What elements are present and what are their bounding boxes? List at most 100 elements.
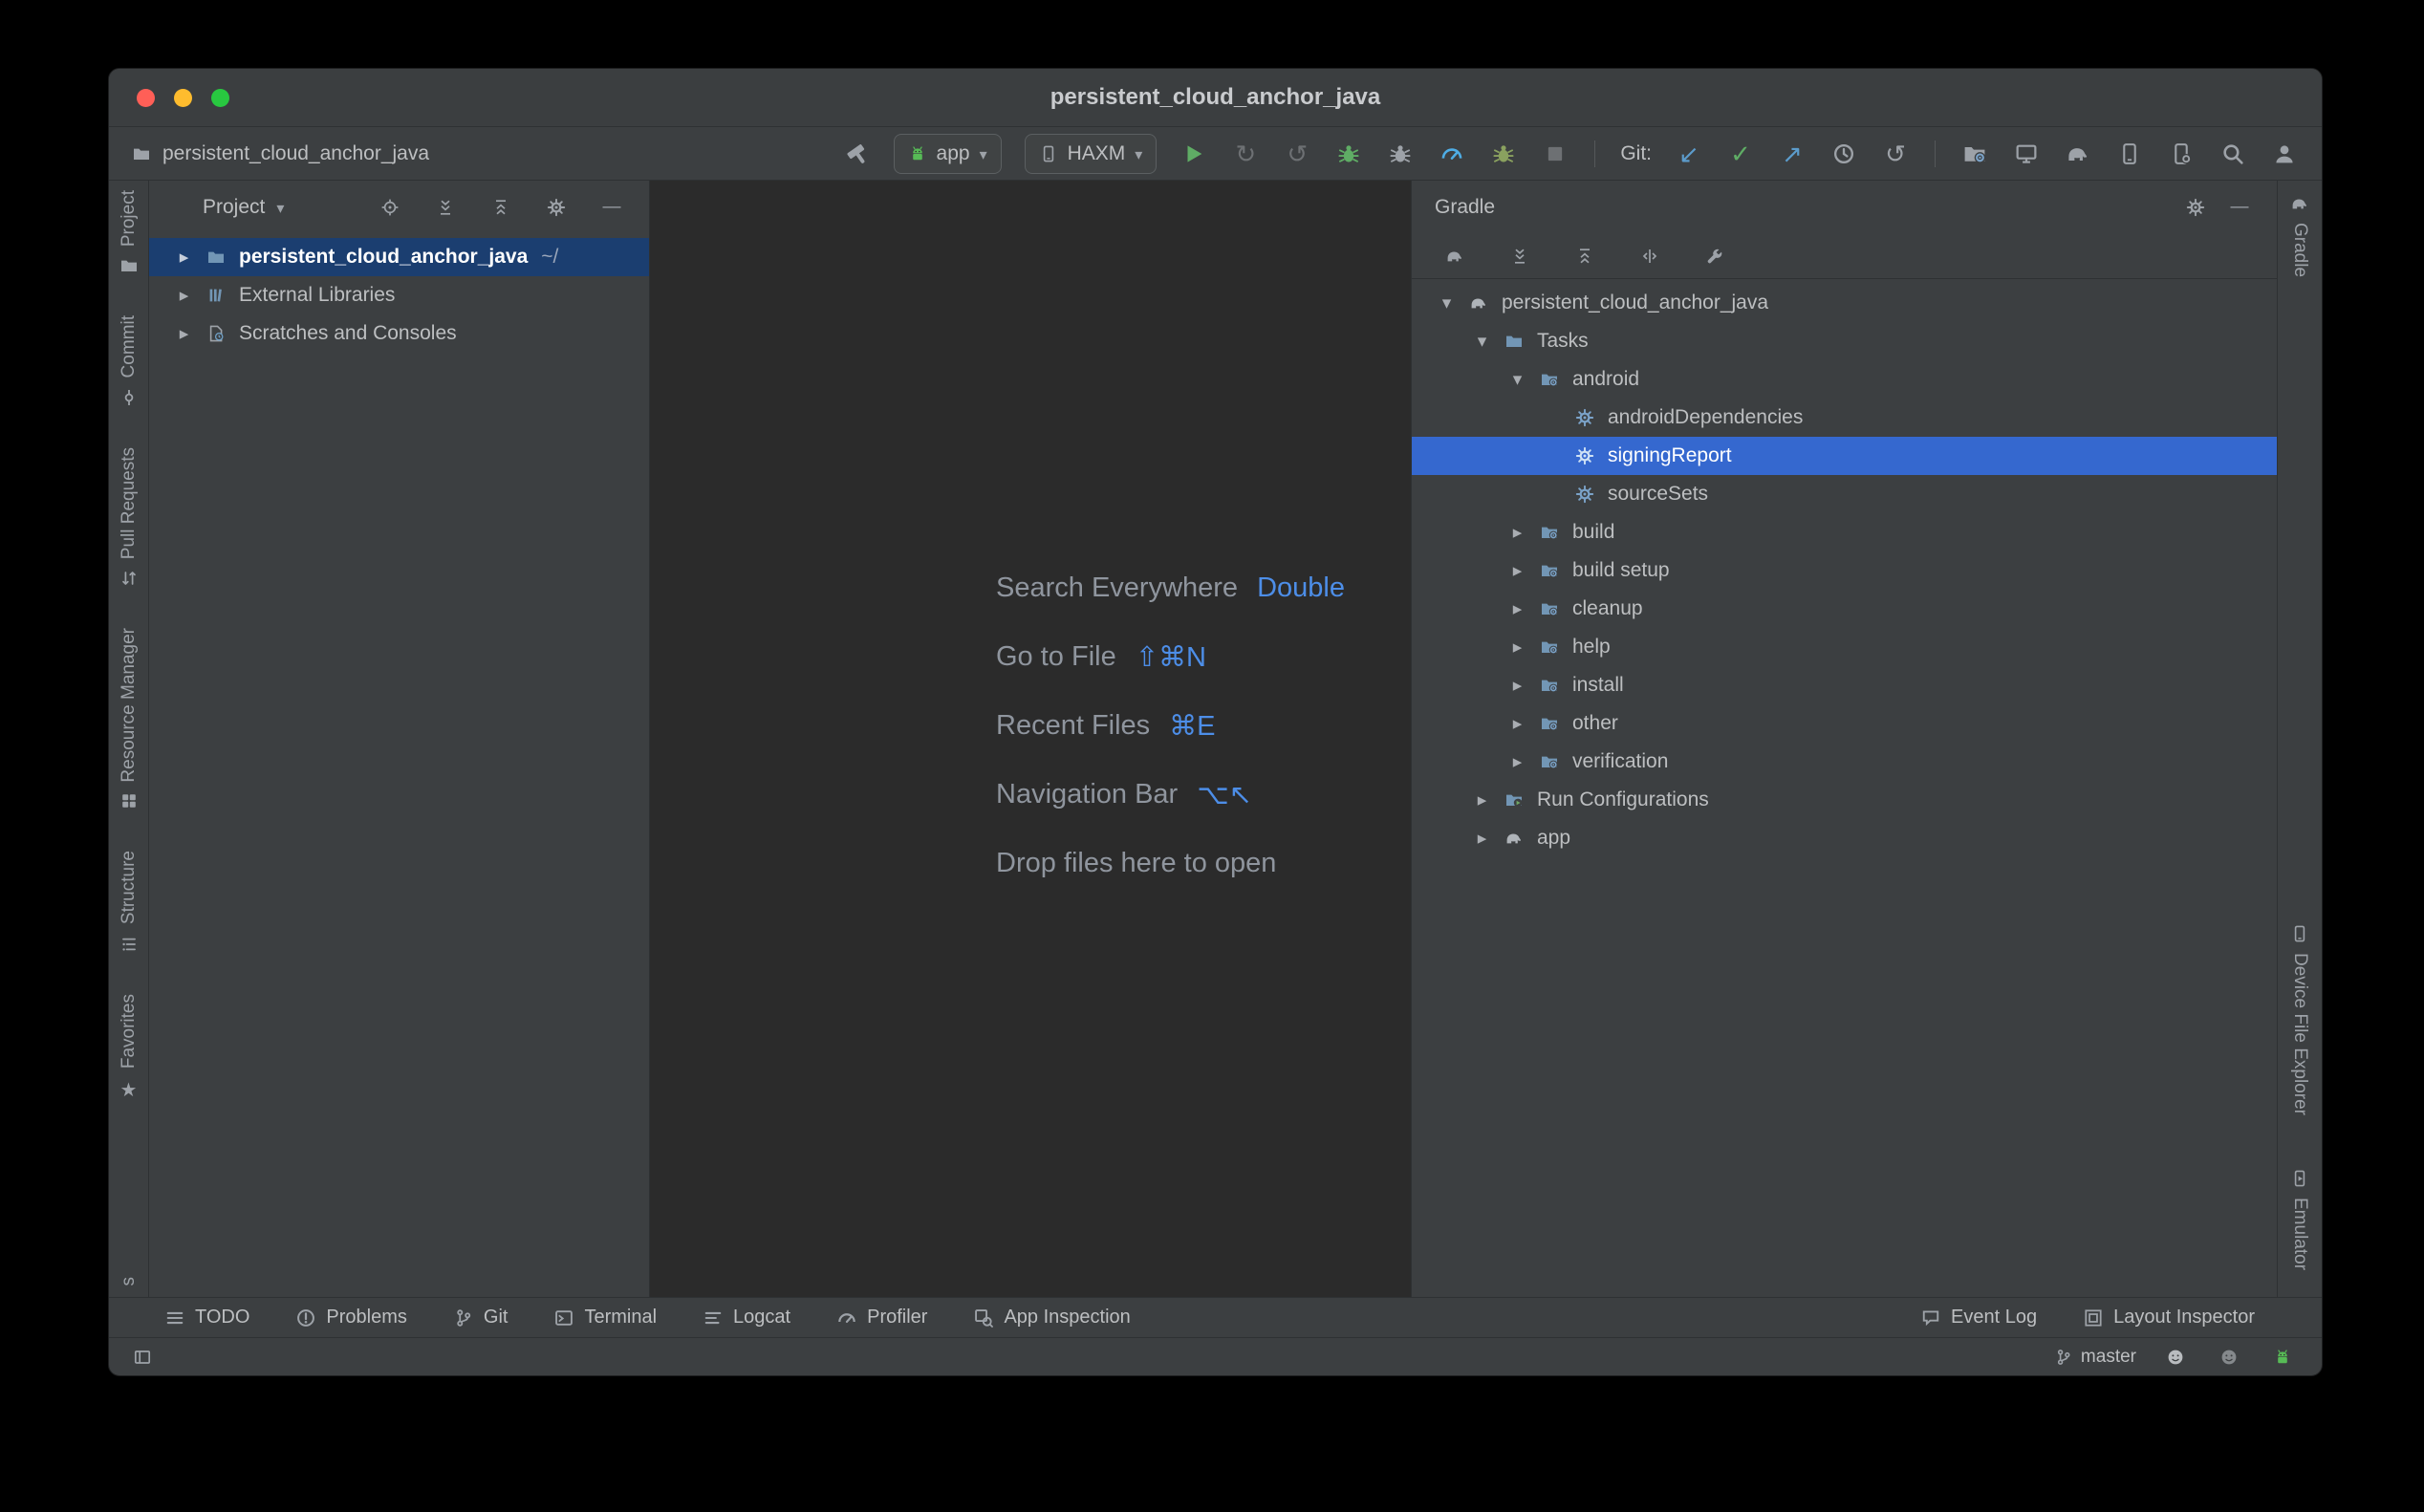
gradle-settings-button[interactable] <box>1700 242 1729 270</box>
chevron-right-icon[interactable] <box>1500 637 1535 659</box>
close-window-button[interactable] <box>137 89 155 107</box>
toolwindow-event-log[interactable]: Event Log <box>1920 1307 2037 1328</box>
toolwindow-terminal[interactable]: Terminal <box>553 1307 657 1328</box>
sidebar-item-device-file-explorer[interactable]: Device File Explorer <box>2289 924 2310 1115</box>
tree-row-gradle-root[interactable]: persistent_cloud_anchor_java <box>1412 284 2277 322</box>
chevron-right-icon[interactable] <box>1500 675 1535 697</box>
sidebar-item-project[interactable]: Project <box>119 190 140 275</box>
toolwindow-layout-inspector[interactable]: Layout Inspector <box>2083 1307 2255 1328</box>
tree-row-build[interactable]: build <box>1412 513 2277 551</box>
tree-row-run-configurations[interactable]: Run Configurations <box>1412 781 2277 819</box>
chevron-right-icon[interactable] <box>166 323 202 345</box>
sidebar-item-resource-manager[interactable]: Resource Manager <box>119 628 140 811</box>
project-structure-button[interactable] <box>1960 138 1989 170</box>
collapse-all-button[interactable] <box>1570 242 1599 270</box>
attach-debugger-button[interactable] <box>1386 138 1415 170</box>
chevron-right-icon[interactable] <box>1500 598 1535 620</box>
chevron-right-icon[interactable] <box>166 247 202 269</box>
run-configuration-select[interactable]: app <box>894 134 1002 174</box>
tree-row-install[interactable]: install <box>1412 666 2277 704</box>
toolwindow-problems[interactable]: Problems <box>295 1307 406 1328</box>
apply-code-changes-button[interactable] <box>1283 138 1311 170</box>
tree-row-other[interactable]: other <box>1412 704 2277 743</box>
tree-row-signingReport[interactable]: signingReport <box>1412 437 2277 475</box>
android-status-button[interactable] <box>2268 1343 2297 1372</box>
toolwindow-profiler[interactable]: Profiler <box>836 1307 927 1328</box>
toolwindow-toggle-button[interactable] <box>128 1343 157 1372</box>
sidebar-item-favorites[interactable]: Favorites <box>119 994 140 1102</box>
update-project-button[interactable] <box>1675 138 1703 170</box>
search-everywhere-button[interactable] <box>2218 138 2247 170</box>
sidebar-item-gradle[interactable]: Gradle <box>2289 194 2310 277</box>
stop-button[interactable] <box>1541 138 1569 170</box>
sidebar-item-emulator[interactable]: Emulator <box>2289 1169 2310 1270</box>
options-button[interactable] <box>2181 193 2210 222</box>
chevron-right-icon[interactable] <box>1464 789 1500 811</box>
chevron-down-icon[interactable] <box>1464 331 1500 353</box>
device-manager-button[interactable] <box>2115 138 2144 170</box>
hide-panel-button[interactable] <box>597 193 626 222</box>
profile-button[interactable] <box>1438 138 1466 170</box>
tree-row-android[interactable]: android <box>1412 360 2277 399</box>
feedback-happy-button[interactable] <box>2161 1343 2190 1372</box>
profile-avatar[interactable] <box>2270 138 2299 170</box>
history-button[interactable] <box>1829 138 1858 170</box>
build-button[interactable] <box>842 138 871 170</box>
locate-file-button[interactable] <box>376 193 404 222</box>
rollback-button[interactable] <box>1881 138 1910 170</box>
tree-row-scratches[interactable]: Scratches and Consoles <box>149 314 649 353</box>
profiler-attach-button[interactable] <box>1489 138 1518 170</box>
run-button[interactable] <box>1180 138 1208 170</box>
debug-button[interactable] <box>1334 138 1363 170</box>
chevron-right-icon[interactable] <box>1464 828 1500 850</box>
gradle-sync-button[interactable] <box>2064 138 2092 170</box>
chevron-down-icon[interactable] <box>1429 292 1464 314</box>
feedback-sad-button[interactable] <box>2215 1343 2243 1372</box>
hide-panel-button[interactable] <box>2225 193 2254 222</box>
breadcrumb[interactable]: persistent_cloud_anchor_java <box>132 142 429 165</box>
titlebar[interactable]: persistent_cloud_anchor_java <box>109 69 2322 127</box>
device-select[interactable]: HAXM <box>1025 134 1158 174</box>
apply-changes-button[interactable] <box>1231 138 1260 170</box>
sidebar-item-pull-requests[interactable]: Pull Requests <box>119 447 140 588</box>
chevron-right-icon[interactable] <box>1500 713 1535 735</box>
tree-row-tasks[interactable]: Tasks <box>1412 322 2277 360</box>
project-panel-title[interactable]: Project <box>203 196 265 219</box>
tree-row-external-libraries[interactable]: External Libraries <box>149 276 649 314</box>
chevron-right-icon[interactable] <box>166 285 202 307</box>
options-button[interactable] <box>542 193 571 222</box>
collapse-all-button[interactable] <box>487 193 515 222</box>
chevron-right-icon[interactable] <box>1500 751 1535 773</box>
toolwindow-logcat[interactable]: Logcat <box>703 1307 790 1328</box>
chevron-right-icon[interactable] <box>1500 560 1535 582</box>
avd-manager-button[interactable] <box>2167 138 2196 170</box>
git-branch-widget[interactable]: master <box>2054 1347 2136 1368</box>
expand-all-button[interactable] <box>1505 242 1534 270</box>
zoom-window-button[interactable] <box>211 89 229 107</box>
toolwindow-app-inspection[interactable]: App Inspection <box>973 1307 1130 1328</box>
tree-row-cleanup[interactable]: cleanup <box>1412 590 2277 628</box>
sidebar-item-structure[interactable]: Structure <box>119 851 140 953</box>
layout-inspector-button[interactable] <box>2012 138 2041 170</box>
toolwindow-todo[interactable]: TODO <box>164 1307 249 1328</box>
tree-row-project-root[interactable]: persistent_cloud_anchor_java ~/ <box>149 238 649 276</box>
minimize-window-button[interactable] <box>174 89 192 107</box>
offline-mode-button[interactable] <box>1635 242 1664 270</box>
tree-row-verification[interactable]: verification <box>1412 743 2277 781</box>
push-button[interactable] <box>1778 138 1807 170</box>
tree-row-help[interactable]: help <box>1412 628 2277 666</box>
sidebar-item-commit[interactable]: Commit <box>119 315 140 406</box>
commit-button[interactable] <box>1726 138 1755 170</box>
expand-all-button[interactable] <box>431 193 460 222</box>
editor-area[interactable]: Search Everywhere Double Go to File ⇧⌘N … <box>650 181 1411 1297</box>
gradle-refresh-button[interactable] <box>1440 242 1469 270</box>
chevron-right-icon[interactable] <box>1500 522 1535 544</box>
tree-row-androidDependencies[interactable]: androidDependencies <box>1412 399 2277 437</box>
sidebar-item-partial[interactable]: s <box>119 1277 140 1286</box>
chevron-down-icon[interactable] <box>276 196 284 219</box>
chevron-down-icon[interactable] <box>1500 369 1535 391</box>
tree-row-app[interactable]: app <box>1412 819 2277 857</box>
toolwindow-git[interactable]: Git <box>453 1307 509 1328</box>
tree-row-sourceSets[interactable]: sourceSets <box>1412 475 2277 513</box>
tree-row-build-setup[interactable]: build setup <box>1412 551 2277 590</box>
